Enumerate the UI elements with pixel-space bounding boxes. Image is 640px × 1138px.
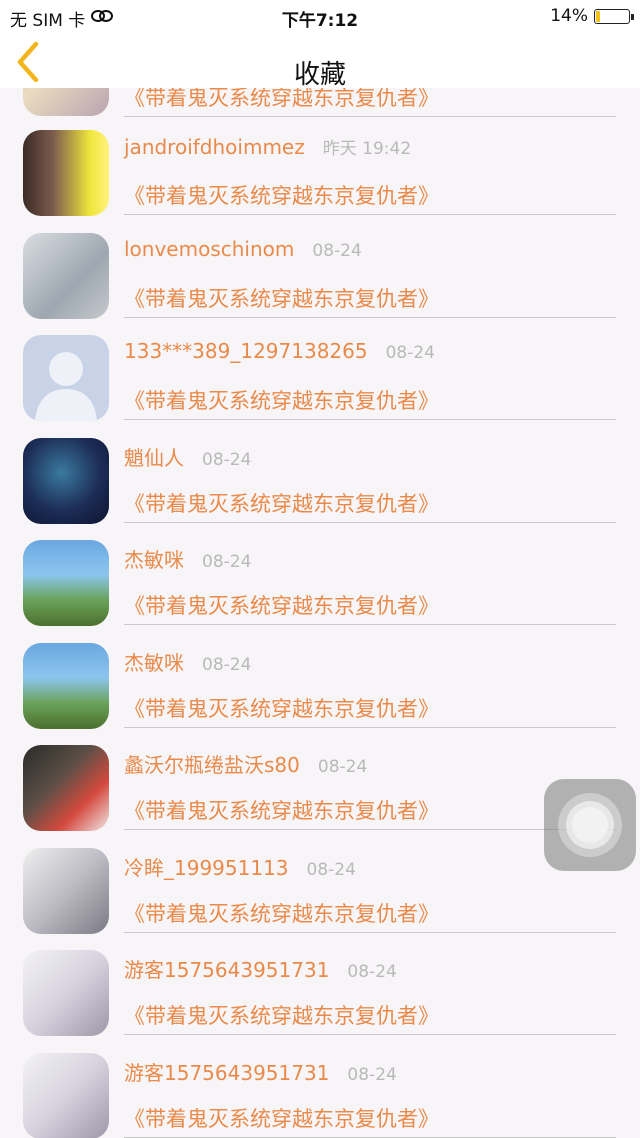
- book-title[interactable]: 《带着鬼灭系统穿越东京复仇者》: [124, 590, 616, 625]
- user-name[interactable]: 杰敏咪: [124, 548, 184, 572]
- list-item[interactable]: 魈仙人 08-24 《带着鬼灭系统穿越东京复仇者》: [0, 424, 640, 527]
- user-name[interactable]: lonvemoschinom: [124, 237, 294, 261]
- user-name[interactable]: 游客1575643951731: [124, 1061, 329, 1085]
- list-item[interactable]: 游客1575643951731 08-24 《带着鬼灭系统穿越东京复仇者》: [0, 1039, 640, 1138]
- avatar[interactable]: [23, 847, 109, 934]
- assistive-touch-button[interactable]: [544, 779, 636, 871]
- battery-fill: [596, 10, 600, 22]
- avatar[interactable]: [23, 745, 109, 831]
- date-label: 08-24: [347, 962, 397, 982]
- date-label: 08-24: [306, 859, 356, 880]
- avatar[interactable]: [23, 232, 109, 319]
- user-name[interactable]: 魈仙人: [124, 446, 184, 470]
- date-label: 08-24: [202, 552, 252, 572]
- avatar[interactable]: [23, 437, 109, 524]
- book-title[interactable]: 《带着鬼灭系统穿越东京复仇者》: [124, 385, 616, 420]
- book-title[interactable]: 《带着鬼灭系统穿越东京复仇者》: [124, 898, 616, 933]
- date-label: 08-24: [312, 240, 362, 261]
- date-label: 08-24: [385, 343, 435, 363]
- avatar[interactable]: [23, 642, 109, 729]
- list-item[interactable]: 杰敏咪 08-24 《带着鬼灭系统穿越东京复仇者》: [0, 629, 640, 732]
- battery-percent: 14%: [550, 6, 588, 26]
- date-label: 08-24: [347, 1064, 397, 1085]
- book-title[interactable]: 《带着鬼灭系统穿越东京复仇者》: [124, 488, 616, 523]
- navigation-bar: 收藏: [0, 32, 640, 90]
- avatar[interactable]: [23, 335, 109, 421]
- status-bar: 无 SIM 卡 下午7:12 14%: [0, 0, 640, 32]
- date-label: 昨天 19:42: [322, 139, 412, 159]
- book-title[interactable]: 《带着鬼灭系统穿越东京复仇者》: [124, 1103, 616, 1138]
- book-title[interactable]: 《带着鬼灭系统穿越东京复仇者》: [124, 88, 616, 117]
- user-name[interactable]: 杰敏咪: [124, 651, 184, 675]
- page-title: 收藏: [293, 60, 346, 90]
- date-label: 08-24: [317, 757, 368, 777]
- user-name[interactable]: 游客1575643951731: [124, 958, 329, 982]
- user-name[interactable]: 蠡沃尔瓶绻盐沃s80: [124, 753, 300, 777]
- avatar[interactable]: [23, 540, 109, 626]
- book-title[interactable]: 《带着鬼灭系统穿越东京复仇者》: [124, 693, 616, 728]
- list-item[interactable]: 杰敏咪 08-24 《带着鬼灭系统穿越东京复仇者》: [0, 526, 640, 629]
- user-name[interactable]: 133***389_1297138265: [124, 339, 368, 363]
- book-title[interactable]: 《带着鬼灭系统穿越东京复仇者》: [124, 795, 616, 830]
- favorites-list[interactable]: 《带着鬼灭系统穿越东京复仇者》 jandroifdhoimmez 昨天 19:42…: [0, 88, 640, 1138]
- list-item[interactable]: 《带着鬼灭系统穿越东京复仇者》: [0, 88, 640, 117]
- book-title[interactable]: 《带着鬼灭系统穿越东京复仇者》: [124, 1000, 616, 1035]
- book-title[interactable]: 《带着鬼灭系统穿越东京复仇者》: [124, 180, 616, 215]
- book-title[interactable]: 《带着鬼灭系统穿越东京复仇者》: [124, 283, 616, 318]
- user-name[interactable]: jandroifdhoimmez: [124, 135, 305, 159]
- user-name[interactable]: 冷眸_199951113: [124, 856, 289, 880]
- assistive-touch-center: [572, 807, 608, 843]
- list-item[interactable]: 133***389_1297138265 08-24 《带着鬼灭系统穿越东京复仇者…: [0, 321, 640, 424]
- list-item[interactable]: 游客1575643951731 08-24 《带着鬼灭系统穿越东京复仇者》: [0, 936, 640, 1039]
- avatar[interactable]: [23, 130, 109, 216]
- battery-icon: [594, 8, 634, 24]
- date-label: 08-24: [202, 654, 252, 675]
- avatar[interactable]: [23, 88, 109, 116]
- list-item[interactable]: lonvemoschinom 08-24 《带着鬼灭系统穿越东京复仇者》: [0, 219, 640, 322]
- default-avatar-icon: [35, 352, 97, 421]
- status-time: 下午7:12: [281, 11, 359, 31]
- date-label: 08-24: [202, 449, 252, 470]
- list-item[interactable]: jandroifdhoimmez 昨天 19:42 《带着鬼灭系统穿越东京复仇者》: [0, 116, 640, 219]
- avatar[interactable]: [23, 950, 109, 1036]
- avatar[interactable]: [23, 1052, 109, 1138]
